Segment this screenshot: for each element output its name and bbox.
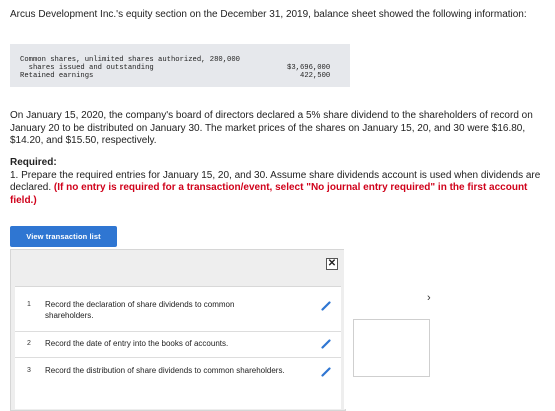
equity-line-common-shares: Common shares, unlimited shares authoriz… (20, 56, 240, 64)
pencil-icon[interactable] (321, 367, 331, 377)
transaction-list-panel: ✕ 1 Record the declaration of share divi… (10, 249, 346, 411)
list-item[interactable]: 2 Record the date of entry into the book… (15, 332, 341, 358)
equity-line-shares-issued: shares issued and outstanding (20, 64, 154, 72)
list-item-number: 1 (27, 301, 31, 308)
pencil-icon[interactable] (321, 339, 331, 349)
transaction-list: 1 Record the declaration of share divide… (15, 286, 341, 409)
list-item-text: Record the date of entry into the books … (45, 339, 229, 348)
list-item-text: Record the declaration of share dividend… (45, 300, 235, 320)
required-section: Required: 1. Prepare the required entrie… (10, 157, 547, 207)
list-item[interactable]: 1 Record the declaration of share divide… (15, 287, 341, 332)
intro-text: Arcus Development Inc.'s equity section … (10, 9, 527, 20)
pencil-icon[interactable] (321, 301, 331, 311)
scenario-paragraph: On January 15, 2020, the company's board… (10, 110, 533, 146)
equity-section-table: Common shares, unlimited shares authoriz… (10, 44, 350, 87)
list-item[interactable]: 3 Record the distribution of share divid… (15, 358, 341, 408)
required-note-red: (If no entry is required for a transacti… (10, 182, 528, 206)
equity-line-retained-earnings: Retained earnings (20, 72, 94, 80)
close-icon[interactable]: ✕ (326, 258, 338, 270)
equity-value-retained-earnings: 422,500 (300, 72, 331, 80)
journal-entry-worksheet-box (353, 319, 430, 377)
list-item-number: 2 (27, 340, 31, 347)
list-item-text: Record the distribution of share dividen… (45, 366, 285, 375)
list-item-number: 3 (27, 367, 31, 374)
equity-value-common-shares: $3,696,000 (287, 64, 331, 72)
required-text: 1. Prepare the required entries for Janu… (10, 170, 547, 208)
required-heading: Required: (10, 157, 57, 168)
chevron-right-icon[interactable]: › (427, 292, 431, 304)
view-transaction-list-button[interactable]: View transaction list (10, 226, 117, 247)
